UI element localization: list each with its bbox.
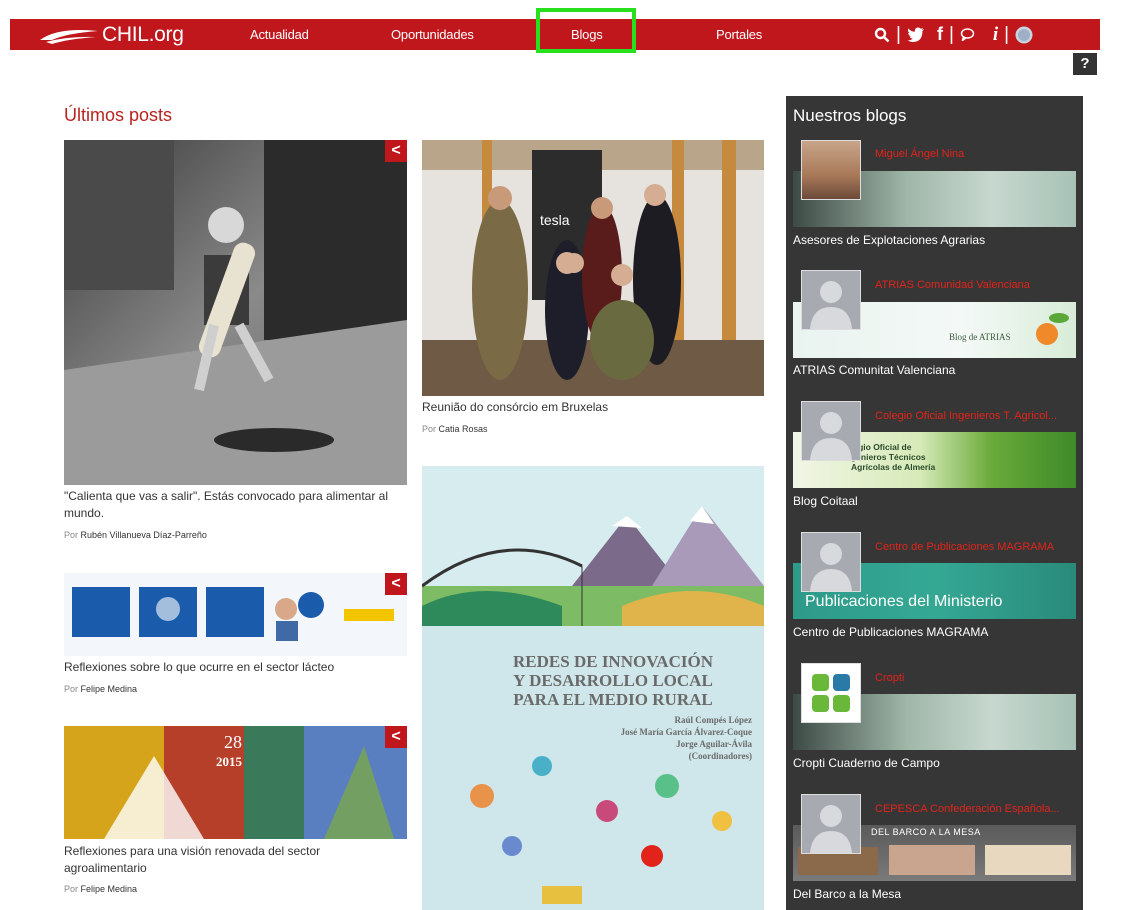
blog-author-link[interactable]: Miguel Ángel Nina bbox=[875, 148, 964, 160]
blog-author-avatar[interactable] bbox=[801, 140, 861, 200]
post-author-name[interactable]: Rubén Villanueva Díaz-Parreño bbox=[81, 530, 207, 540]
twitter-icon[interactable] bbox=[907, 27, 925, 42]
post-image-poster[interactable]: REDES DE INNOVACIÓN Y DESARROLLO LOCAL P… bbox=[422, 466, 764, 910]
blog-author-link[interactable]: ATRIAS Comunidad Valenciana bbox=[875, 279, 1030, 291]
post-author-line: Por Felipe Medina bbox=[64, 884, 137, 894]
post-author-name[interactable]: Felipe Medina bbox=[81, 684, 138, 694]
blog-name-link[interactable]: Cropti Cuaderno de Campo bbox=[793, 756, 940, 770]
sidebar-our-blogs: Nuestros blogs Miguel Ángel Nina Asesore… bbox=[786, 96, 1083, 910]
nav-link-actualidad[interactable]: Actualidad bbox=[250, 19, 309, 50]
default-user-icon bbox=[802, 402, 860, 460]
painting-graphic: 28 2015 bbox=[64, 726, 407, 839]
blog-author-avatar[interactable] bbox=[801, 401, 861, 461]
post-author-name[interactable]: Felipe Medina bbox=[81, 884, 138, 894]
post-author-line: Por Rubén Villanueva Díaz-Parreño bbox=[64, 530, 207, 540]
default-user-icon bbox=[802, 795, 860, 853]
orange-fruit-icon bbox=[1036, 313, 1069, 345]
blog-name-link[interactable]: ATRIAS Comunitat Valenciana bbox=[793, 363, 955, 377]
site-logo[interactable]: CHIL.org bbox=[38, 21, 184, 48]
poster-author: Jorge Aguilar-Ávila bbox=[676, 739, 752, 749]
post-author-prefix: Por bbox=[64, 884, 79, 894]
post-author-line: Por Catia Rosas bbox=[422, 424, 488, 434]
info-icon[interactable]: i bbox=[993, 24, 998, 46]
poster-title-line: REDES DE INNOVACIÓN bbox=[513, 652, 713, 671]
blog-author-avatar[interactable] bbox=[801, 794, 861, 854]
logo-text: CHIL.org bbox=[102, 22, 184, 46]
tesla-sign-text: tesla bbox=[540, 212, 570, 228]
blog-banner-text: Blog de ATRIAS bbox=[949, 332, 1011, 342]
help-button[interactable]: ? bbox=[1073, 53, 1097, 75]
active-tab-highlight bbox=[536, 8, 636, 53]
default-user-icon bbox=[802, 533, 860, 591]
painting-text-a: 28 bbox=[224, 732, 242, 752]
poster-title: REDES DE INNOVACIÓN Y DESARROLLO LOCAL P… bbox=[422, 652, 764, 709]
blog-author-avatar[interactable] bbox=[801, 532, 861, 592]
boy-photo-graphic bbox=[64, 140, 407, 485]
blog-author-link[interactable]: CEPESCA Confederación Española... bbox=[875, 803, 1060, 815]
cropti-logo-icon bbox=[802, 664, 860, 722]
blog-author-avatar[interactable] bbox=[801, 663, 861, 723]
blog-name-link[interactable]: Blog Coitaal bbox=[793, 494, 858, 508]
painting-text-b: 2015 bbox=[216, 754, 243, 769]
sidebar-title: Nuestros blogs bbox=[793, 106, 907, 125]
logo-swoosh-icon bbox=[40, 29, 98, 44]
nav-link-portales[interactable]: Portales bbox=[716, 19, 762, 50]
nav-separator: | bbox=[1004, 23, 1010, 45]
search-icon[interactable] bbox=[874, 27, 890, 43]
user-avatar-icon[interactable] bbox=[1015, 26, 1033, 44]
poster-author: José María García Álvarez-Coque bbox=[620, 727, 752, 737]
share-button[interactable]: < bbox=[385, 573, 407, 595]
blog-name-link[interactable]: Asesores de Explotaciones Agrarias bbox=[793, 233, 985, 247]
post-title[interactable]: Reunião do consórcio em Bruxelas bbox=[422, 399, 764, 416]
browser-top-strip bbox=[0, 0, 1131, 8]
nav-link-oportunidades[interactable]: Oportunidades bbox=[391, 19, 474, 50]
blog-name-link[interactable]: Centro de Publicaciones MAGRAMA bbox=[793, 625, 988, 639]
post-author-line: Por Felipe Medina bbox=[64, 684, 137, 694]
poster-author: Raúl Compés López bbox=[674, 715, 752, 725]
blog-name-link[interactable]: Del Barco a la Mesa bbox=[793, 887, 901, 901]
post-image-painting[interactable]: 28 2015 bbox=[64, 726, 407, 839]
nav-icon-group: | f | i | bbox=[874, 19, 1033, 50]
poster-authors: Raúl Compés López José María García Álva… bbox=[621, 714, 752, 762]
blog-banner-text: legio Oficial de genieros Técnicos Agríc… bbox=[851, 442, 936, 472]
post-author-prefix: Por bbox=[422, 424, 437, 434]
nav-separator: | bbox=[896, 23, 901, 45]
post-author-prefix: Por bbox=[64, 530, 79, 540]
post-image-meeting[interactable]: tesla bbox=[422, 140, 764, 396]
post-title[interactable]: Reflexiones sobre lo que ocurre en el se… bbox=[64, 659, 409, 676]
post-image-boy-bread[interactable] bbox=[64, 140, 407, 485]
post-author-name[interactable]: Catia Rosas bbox=[439, 424, 488, 434]
post-image-dairy[interactable] bbox=[64, 573, 407, 656]
facebook-icon[interactable]: f bbox=[937, 24, 943, 45]
section-title-latest-posts: Últimos posts bbox=[64, 105, 173, 125]
poster-title-line: PARA EL MEDIO RURAL bbox=[513, 690, 713, 709]
blog-banner-text: DEL BARCO A LA MESA bbox=[871, 827, 981, 837]
chat-bubble-icon[interactable] bbox=[960, 28, 975, 41]
share-button[interactable]: < bbox=[385, 140, 407, 162]
dairy-banner-graphic bbox=[64, 573, 407, 656]
post-title[interactable]: "Calienta que vas a salir". Estás convoc… bbox=[64, 488, 409, 522]
poster-title-line: Y DESARROLLO LOCAL bbox=[513, 671, 713, 690]
poster-author: (Coordinadores) bbox=[688, 751, 752, 761]
meeting-photo-graphic: tesla bbox=[422, 140, 764, 396]
blog-author-avatar[interactable] bbox=[801, 270, 861, 330]
blog-banner-text: Publicaciones del Ministerio bbox=[805, 593, 1003, 610]
post-title[interactable]: Reflexiones para una visión renovada del… bbox=[64, 843, 364, 877]
blog-author-link[interactable]: Centro de Publicaciones MAGRAMA bbox=[875, 541, 1054, 553]
post-author-prefix: Por bbox=[64, 684, 79, 694]
blog-author-link[interactable]: Colegio Oficial Ingenieros T. Agricol... bbox=[875, 410, 1057, 422]
blog-author-link[interactable]: Cropti bbox=[875, 672, 904, 684]
default-user-icon bbox=[802, 271, 860, 329]
share-button[interactable]: < bbox=[385, 726, 407, 748]
nav-separator: | bbox=[948, 23, 954, 45]
